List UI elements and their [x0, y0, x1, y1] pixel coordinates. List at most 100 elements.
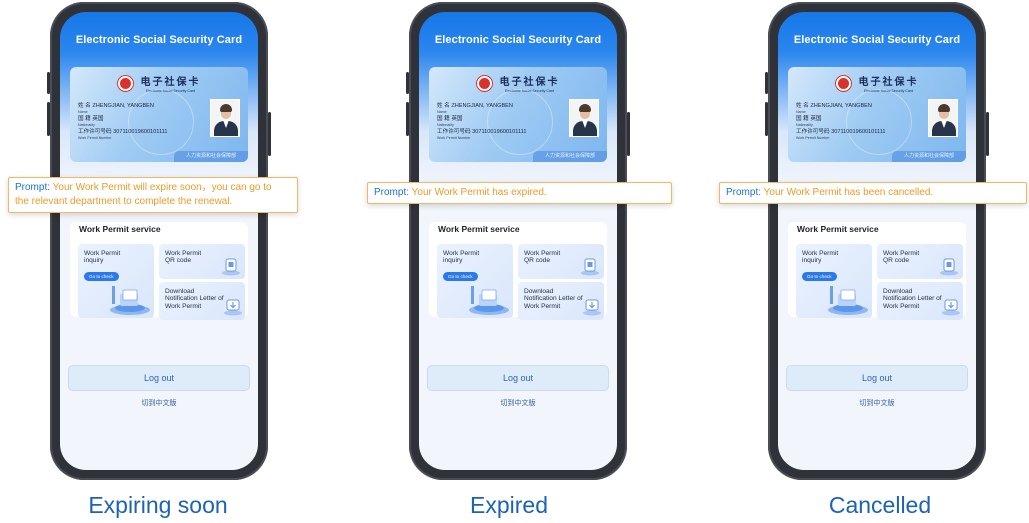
name-value: ZHENGJIAN, YANGBEN [810, 103, 872, 109]
app-title: Electronic Social Security Card [793, 34, 961, 46]
card-fields: 姓 名 ZHENGJIAN, YANGBEN Name 国 籍 英国 Natio… [437, 103, 526, 142]
nationality-label-en: Nationality [437, 123, 454, 127]
work-permit-qr-code-tile[interactable]: Work Permit QR code [518, 244, 604, 279]
language-switch-link[interactable]: 切到中文版 [778, 398, 976, 408]
nationality-label-cn: 国 籍 [78, 116, 91, 122]
permit-label-cn: 工作许可号码 [437, 129, 471, 135]
prompt-line: the relevant department to complete the … [15, 195, 291, 209]
work-permit-inquiry-tile[interactable]: Work Permit inquiry Go to check [796, 244, 872, 318]
holder-photo [928, 99, 958, 137]
language-switch-link[interactable]: 切到中文版 [419, 398, 617, 408]
card-fields: 姓 名 ZHENGJIAN, YANGBEN Name 国 籍 英国 Natio… [78, 103, 167, 142]
download-icon [224, 299, 242, 316]
volume-button [47, 102, 50, 136]
tile-label: Work Permit inquiry [443, 250, 480, 265]
volume-button [406, 102, 409, 136]
phone-mockup-3: Electronic Social Security Card 电子社保卡 El… [765, 2, 989, 480]
document-stack-icon [828, 286, 868, 315]
work-permit-inquiry-tile[interactable]: Work Permit inquiry Go to check [437, 244, 513, 318]
nationality-value: 英国 [451, 116, 463, 122]
tile-label: Work Permit QR code [165, 250, 202, 265]
prompt-text: the relevant department to complete the … [15, 196, 233, 207]
issuer-label: 人力资源和社会保障部 [892, 151, 966, 162]
nationality-field: 国 籍 英国 Nationality [796, 116, 885, 127]
tile-label: Download Notification Letter of Work Per… [524, 288, 583, 310]
volume-button [47, 72, 50, 94]
social-security-card[interactable]: 电子社保卡 Electronic Social Security Card 姓 … [429, 67, 607, 162]
name-label-en: Name [78, 110, 88, 114]
name-label-cn: 姓 名 [437, 103, 450, 109]
permit-value: 307110019600101111 [472, 129, 527, 135]
language-switch-link[interactable]: 切到中文版 [60, 398, 258, 408]
holder-photo [210, 99, 240, 137]
work-permit-service-panel: Work Permit service Work Permit inquiry … [788, 222, 966, 320]
phone-mockup-2: Electronic Social Security Card 电子社保卡 El… [406, 2, 630, 480]
name-value: ZHENGJIAN, YANGBEN [451, 103, 513, 109]
tile-label: Work Permit QR code [883, 250, 920, 265]
social-security-card[interactable]: 电子社保卡 Electronic Social Security Card 姓 … [788, 67, 966, 162]
permit-label-cn: 工作许可号码 [796, 129, 830, 135]
permit-value: 307110019600101111 [831, 129, 886, 135]
prompt-line: Prompt: Your Work Permit has expired. [374, 186, 665, 200]
logout-button[interactable]: Log out [427, 365, 609, 391]
nationality-label-en: Nationality [796, 123, 813, 127]
name-field: 姓 名 ZHENGJIAN, YANGBEN Name [437, 103, 526, 114]
permit-number-field: 工作许可号码 307110019600101111 Work Permit Nu… [437, 129, 526, 140]
permit-label-en: Work Permit Number [78, 136, 112, 140]
power-button [986, 112, 989, 156]
work-permit-qr-code-tile[interactable]: Work Permit QR code [159, 244, 245, 279]
service-title: Work Permit service [797, 224, 879, 234]
logout-button[interactable]: Log out [68, 365, 250, 391]
tile-label: Work Permit QR code [524, 250, 561, 265]
qr-code-icon [940, 258, 958, 276]
prompt-banner: Prompt: Your Work Permit has expired. [367, 182, 672, 204]
prompt-key: Prompt: [726, 187, 762, 198]
permit-value: 307110019600101111 [113, 129, 168, 135]
tile-label: Download Notification Letter of Work Per… [165, 288, 224, 310]
prompt-line: Prompt: Your Work Permit will expire soo… [15, 181, 291, 195]
phone-screen: Electronic Social Security Card 电子社保卡 El… [419, 12, 617, 470]
prompt-key: Prompt: [15, 182, 51, 193]
prompt-text: Your Work Permit will expire soon，you ca… [52, 182, 272, 193]
work-permit-qr-code-tile[interactable]: Work Permit QR code [877, 244, 963, 279]
download-notification-letter-tile[interactable]: Download Notification Letter of Work Per… [877, 282, 963, 320]
emblem-icon [476, 75, 492, 91]
name-field: 姓 名 ZHENGJIAN, YANGBEN Name [796, 103, 885, 114]
permit-label-cn: 工作许可号码 [78, 129, 112, 135]
social-security-card[interactable]: 电子社保卡 Electronic Social Security Card 姓 … [70, 67, 248, 162]
qr-code-icon [581, 258, 599, 276]
nationality-value: 英国 [810, 116, 822, 122]
go-to-check-button[interactable]: Go to check [443, 272, 478, 281]
name-value: ZHENGJIAN, YANGBEN [92, 103, 154, 109]
nationality-value: 英国 [92, 116, 104, 122]
name-label-en: Name [796, 110, 806, 114]
go-to-check-button[interactable]: Go to check [802, 272, 837, 281]
qr-code-icon [222, 258, 240, 276]
download-notification-letter-tile[interactable]: Download Notification Letter of Work Per… [159, 282, 245, 320]
phone-mockup-1: Electronic Social Security Card 电子社保卡 El… [47, 2, 271, 480]
state-caption: Expired [470, 492, 548, 518]
permit-number-field: 工作许可号码 307110019600101111 Work Permit Nu… [78, 129, 167, 140]
state-caption: Expiring soon [88, 492, 228, 518]
app-title: Electronic Social Security Card [75, 34, 243, 46]
prompt-text: Your Work Permit has expired. [411, 187, 547, 198]
download-icon [942, 299, 960, 316]
download-icon [583, 299, 601, 316]
tile-label: Work Permit inquiry [84, 250, 121, 265]
volume-button [406, 72, 409, 94]
download-notification-letter-tile[interactable]: Download Notification Letter of Work Per… [518, 282, 604, 320]
volume-button [765, 102, 768, 136]
prompt-line: Prompt: Your Work Permit has been cancel… [726, 186, 1020, 200]
emblem-icon [835, 75, 851, 91]
nationality-field: 国 籍 英国 Nationality [78, 116, 167, 127]
permit-label-en: Work Permit Number [796, 136, 830, 140]
card-title-cn: 电子社保卡 [499, 77, 560, 88]
nationality-label-cn: 国 籍 [796, 116, 809, 122]
issuer-label: 人力资源和社会保障部 [533, 151, 607, 162]
work-permit-inquiry-tile[interactable]: Work Permit inquiry Go to check [78, 244, 154, 318]
permit-label-en: Work Permit Number [437, 136, 471, 140]
card-title-cn: 电子社保卡 [858, 77, 919, 88]
logout-button[interactable]: Log out [786, 365, 968, 391]
document-stack-icon [469, 286, 509, 315]
go-to-check-button[interactable]: Go to check [84, 272, 119, 281]
